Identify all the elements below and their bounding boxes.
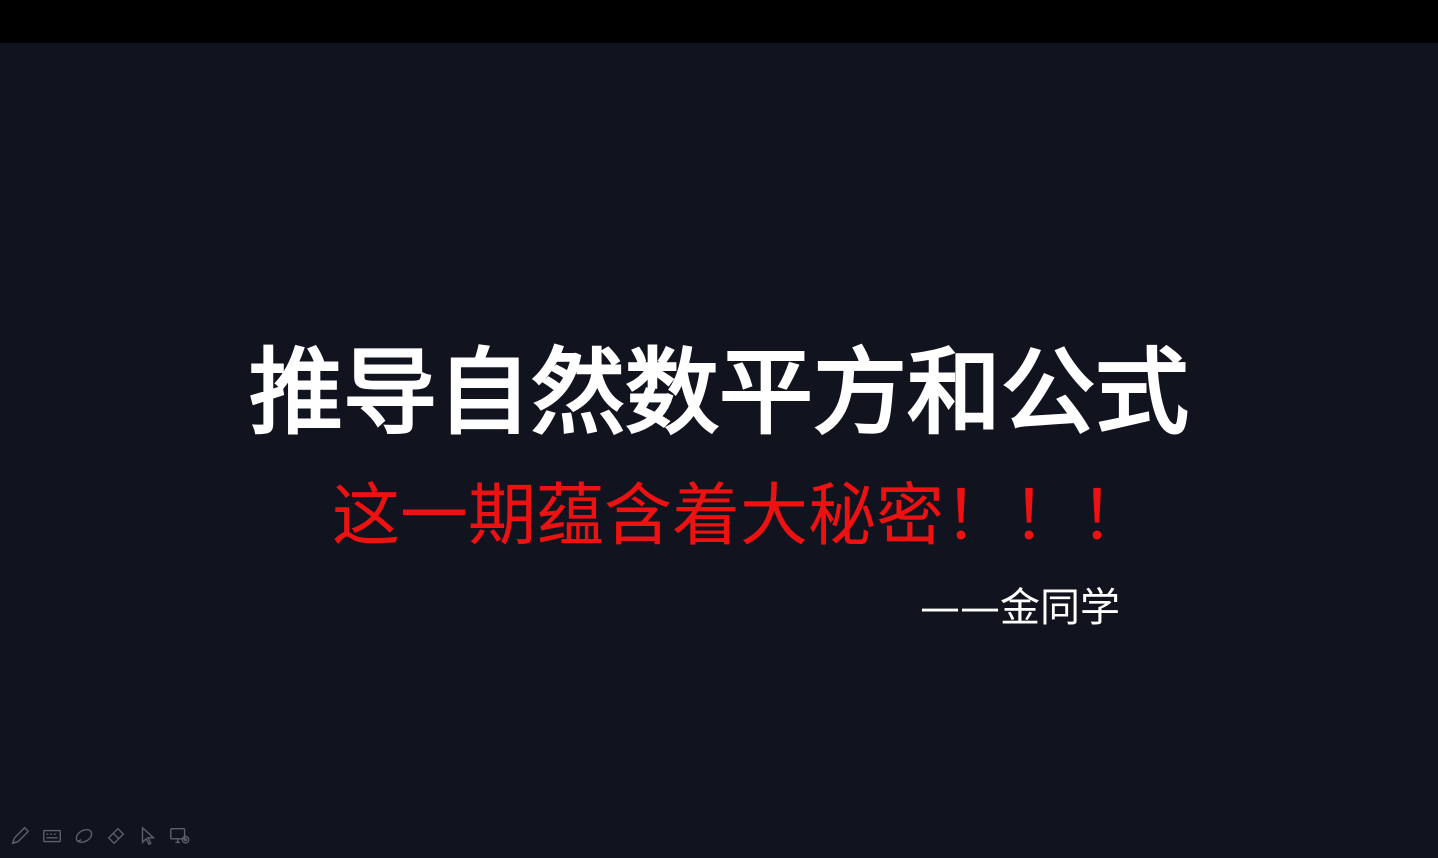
slide-author: ——金同学	[920, 585, 1120, 631]
slide-title: 推导自然数平方和公式	[248, 339, 1189, 448]
presentation-toolbar	[8, 824, 192, 848]
pen-icon[interactable]	[8, 824, 32, 848]
pointer-icon[interactable]	[136, 824, 160, 848]
slide-subtitle: 这一期蕴含着大秘密！！！	[332, 477, 1149, 556]
screen-settings-icon[interactable]	[168, 824, 192, 848]
slide: 推导自然数平方和公式 这一期蕴含着大秘密！！！ ——金同学	[0, 43, 1438, 858]
highlighter-icon[interactable]	[72, 824, 96, 848]
keyboard-icon[interactable]	[40, 824, 64, 848]
presentation-screen: 推导自然数平方和公式 这一期蕴含着大秘密！！！ ——金同学	[0, 0, 1438, 858]
eraser-icon[interactable]	[104, 824, 128, 848]
